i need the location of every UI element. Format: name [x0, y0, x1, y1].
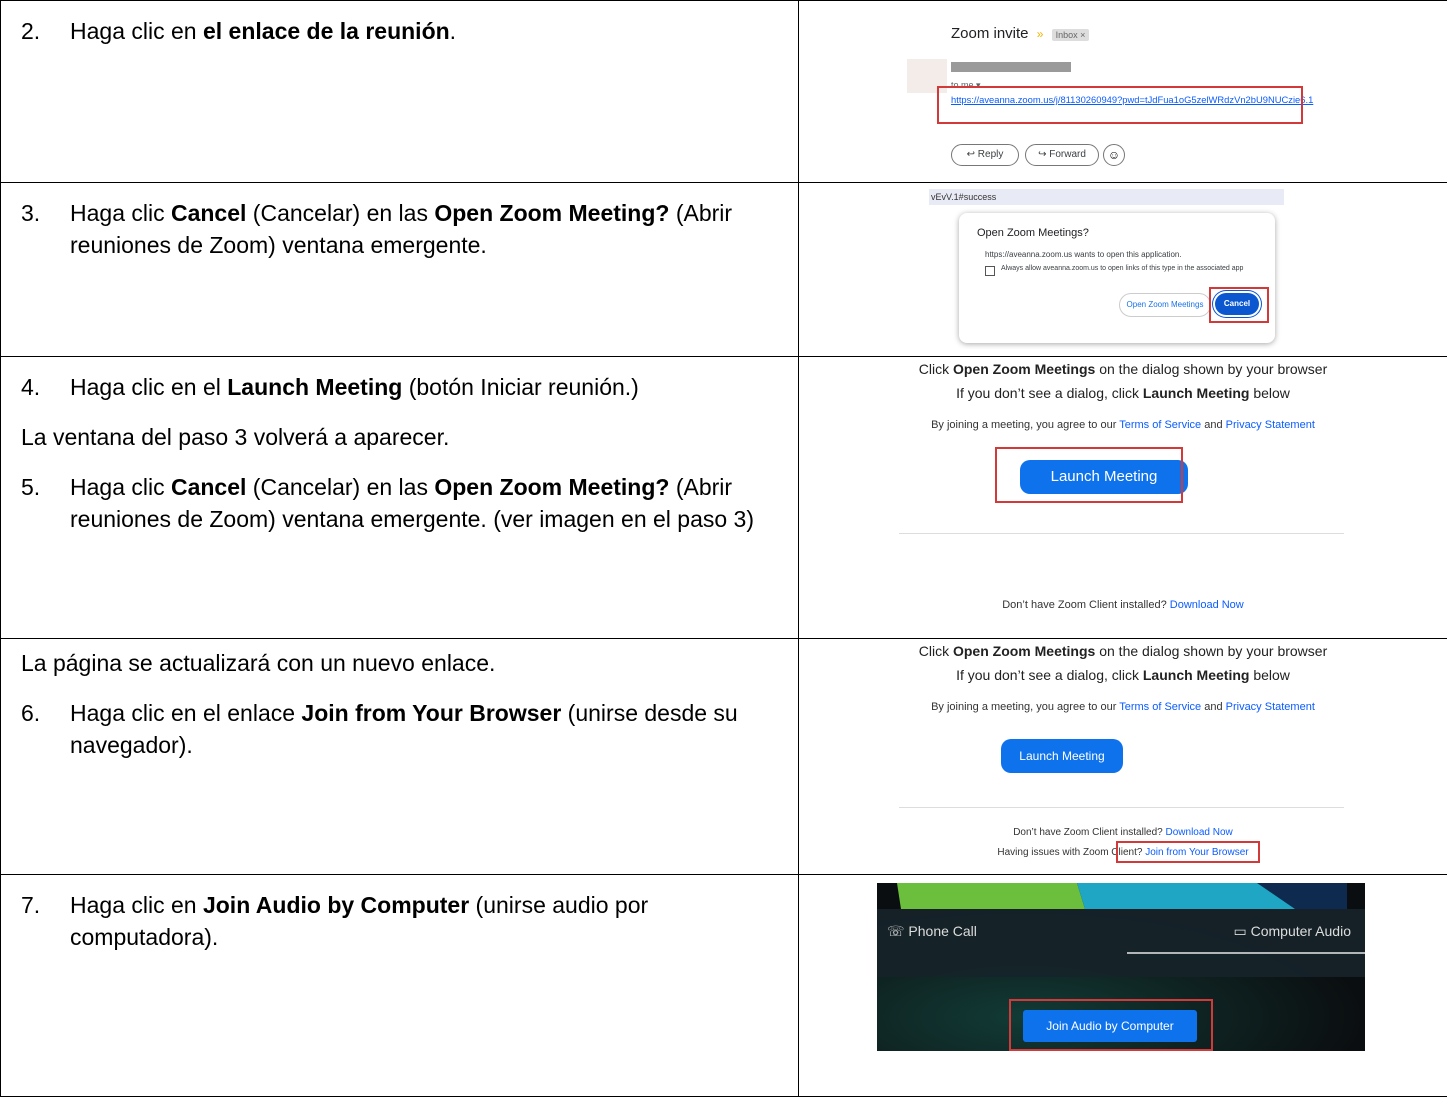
always-allow-checkbox[interactable]: [985, 266, 995, 276]
browser-dialog-screenshot: vEvV.1#success Open Zoom Meetings? https…: [929, 189, 1284, 349]
reply-button[interactable]: ↩ Reply: [951, 144, 1019, 166]
divider: [899, 533, 1344, 534]
steps-table: 2. Haga clic en el enlace de la reunión.…: [0, 0, 1447, 1097]
highlight-box: [937, 86, 1303, 124]
step-6-cell: La página se actualizará con un nuevo en…: [0, 638, 799, 875]
importance-icon: »: [1036, 27, 1044, 41]
step-note: La ventana del paso 3 volverá a aparecer…: [21, 424, 450, 450]
redacted-sender: [951, 62, 1071, 72]
launch-page-screenshot: Click Open Zoom Meetings on the dialog s…: [801, 359, 1445, 635]
download-link[interactable]: Download Now: [1170, 599, 1244, 611]
step-4-text: 4. Haga clic en el Launch Meeting (botón…: [21, 374, 639, 400]
highlight-box: [1009, 999, 1213, 1051]
laptop-icon: ▭: [1233, 923, 1247, 939]
highlight-box: [995, 447, 1183, 503]
privacy-link[interactable]: Privacy Statement: [1226, 701, 1315, 713]
email-subject: Zoom invite » Inbox ×: [951, 25, 1090, 42]
step-4-screenshot-cell: Click Open Zoom Meetings on the dialog s…: [798, 356, 1447, 639]
terms-link[interactable]: Terms of Service: [1119, 419, 1201, 431]
instruction-line-2: If you don’t see a dialog, click Launch …: [956, 385, 1290, 401]
phone-icon: ☏: [887, 923, 905, 939]
step-number: 2.: [21, 18, 41, 44]
step-6-screenshot-cell: Click Open Zoom Meetings on the dialog s…: [798, 638, 1447, 875]
step-6-intro: La página se actualizará con un nuevo en…: [21, 650, 496, 676]
dialog-title: Open Zoom Meetings?: [977, 227, 1089, 239]
launch-meeting-button[interactable]: Launch Meeting: [1001, 739, 1123, 773]
step-4-5-cell: 4. Haga clic en el Launch Meeting (botón…: [0, 356, 799, 639]
step-7-cell: 7. Haga clic en Join Audio by Computer (…: [0, 874, 799, 1097]
url-bar: vEvV.1#success: [929, 189, 1284, 205]
terms-link[interactable]: Terms of Service: [1119, 701, 1201, 713]
terms-line: By joining a meeting, you agree to our T…: [931, 419, 1315, 431]
open-zoom-button[interactable]: Open Zoom Meetings: [1119, 293, 1211, 317]
download-link[interactable]: Download Now: [1166, 827, 1233, 838]
checkbox-label: Always allow aveanna.zoom.us to open lin…: [1001, 265, 1244, 272]
zoom-audio-screenshot: ☏ Phone Call ▭ Computer Audio Join Audio…: [877, 883, 1365, 1051]
privacy-link[interactable]: Privacy Statement: [1226, 419, 1315, 431]
highlight-box: [1209, 287, 1269, 323]
step-2-screenshot-cell: Zoom invite » Inbox × to me ▾ https://av…: [798, 0, 1447, 183]
instruction-line-1: Click Open Zoom Meetings on the dialog s…: [918, 361, 1328, 377]
divider: [899, 807, 1344, 808]
download-line: Don’t have Zoom Client installed? Downlo…: [1002, 599, 1244, 611]
step-3-cell: 3. Haga clic Cancel (Cancelar) en las Op…: [0, 182, 799, 357]
step-7-screenshot-cell: ☏ Phone Call ▭ Computer Audio Join Audio…: [798, 874, 1447, 1097]
step-2-cell: 2. Haga clic en el enlace de la reunión.: [0, 0, 799, 183]
computer-audio-tab[interactable]: ▭ Computer Audio: [1233, 923, 1351, 940]
step-3-screenshot-cell: vEvV.1#success Open Zoom Meetings? https…: [798, 182, 1447, 357]
step-6-text: 6. Haga clic en el enlace Join from Your…: [21, 700, 738, 758]
step-7-text: 7. Haga clic en Join Audio by Computer (…: [21, 892, 649, 950]
forward-icon: ↪: [1038, 149, 1047, 160]
highlight-box: [1116, 841, 1260, 863]
reply-icon: ↩: [966, 149, 976, 160]
step-2-text: 2. Haga clic en el enlace de la reunión.: [1, 15, 798, 47]
download-line: Don’t have Zoom Client installed? Downlo…: [1013, 827, 1233, 838]
dialog-message: https://aveanna.zoom.us wants to open th…: [985, 250, 1182, 259]
emoji-icon[interactable]: ☺: [1103, 144, 1125, 166]
forward-button[interactable]: ↪ Forward: [1025, 144, 1099, 166]
browser-link-screenshot: Click Open Zoom Meetings on the dialog s…: [801, 641, 1445, 871]
instruction-line-2: If you don’t see a dialog, click Launch …: [956, 667, 1290, 683]
phone-call-tab[interactable]: ☏ Phone Call: [887, 923, 977, 940]
instruction-line-1: Click Open Zoom Meetings on the dialog s…: [918, 643, 1328, 659]
inbox-badge: Inbox ×: [1051, 29, 1090, 41]
terms-line: By joining a meeting, you agree to our T…: [931, 701, 1315, 713]
email-screenshot: Zoom invite » Inbox × to me ▾ https://av…: [907, 7, 1337, 177]
step-3-text: 3. Haga clic Cancel (Cancelar) en las Op…: [21, 200, 733, 258]
open-zoom-dialog: Open Zoom Meetings? https://aveanna.zoom…: [959, 213, 1275, 343]
step-5-text: 5. Haga clic Cancel (Cancelar) en las Op…: [21, 474, 755, 532]
